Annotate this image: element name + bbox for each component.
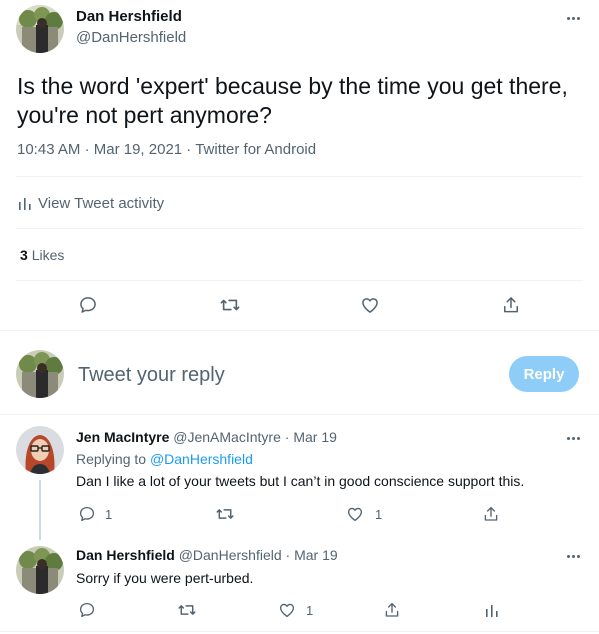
divider xyxy=(16,176,583,177)
analytics-icon[interactable] xyxy=(480,598,504,622)
retweet-icon[interactable] xyxy=(218,293,242,317)
tweet-text: Is the word 'expert' because by the time… xyxy=(17,72,587,130)
view-activity-label: View Tweet activity xyxy=(38,194,165,212)
analytics-icon xyxy=(18,196,32,210)
reply-button[interactable]: Reply xyxy=(509,356,579,392)
reply-icon[interactable] xyxy=(75,502,99,526)
author-name[interactable]: Dan Hershfield xyxy=(76,8,182,25)
share-icon[interactable] xyxy=(499,293,523,317)
separator: · xyxy=(285,547,291,563)
reply-author-name[interactable]: Jen MacIntyre xyxy=(76,429,169,445)
reply-date[interactable]: Mar 19 xyxy=(293,429,337,445)
likes-link[interactable]: 3 Likes xyxy=(20,247,64,263)
view-activity-link[interactable]: View Tweet activity xyxy=(18,193,164,213)
like-count: 1 xyxy=(306,603,314,618)
separator: · xyxy=(284,429,290,445)
like-count: 1 xyxy=(375,507,383,522)
replying-to-handle[interactable]: @DanHershfield xyxy=(150,451,253,467)
more-options-icon[interactable] xyxy=(563,428,583,448)
retweet-icon[interactable] xyxy=(213,502,237,526)
reply-header: Dan Hershfield @DanHershfield · Mar 19 xyxy=(76,547,338,563)
tweet-text-line-2: you're not pert anymore? xyxy=(17,102,272,128)
divider xyxy=(16,280,583,281)
reply-author-handle[interactable]: @DanHershfield xyxy=(179,547,282,563)
like-icon[interactable] xyxy=(275,598,299,622)
like-icon[interactable] xyxy=(343,502,367,526)
user-avatar[interactable] xyxy=(16,350,64,398)
reply-author-handle[interactable]: @JenAMacIntyre xyxy=(173,429,281,445)
reply-author-name[interactable]: Dan Hershfield xyxy=(76,547,175,563)
replying-to-prefix: Replying to xyxy=(76,451,147,467)
share-icon[interactable] xyxy=(479,502,503,526)
tweet-date[interactable]: Mar 19, 2021 xyxy=(94,141,182,158)
divider xyxy=(0,330,599,331)
tweet-text-line-1: Is the word 'expert' because by the time… xyxy=(17,73,568,99)
likes-count: 3 xyxy=(20,247,28,263)
divider xyxy=(0,631,599,632)
more-options-icon[interactable] xyxy=(563,546,583,566)
reply-avatar[interactable] xyxy=(16,426,64,474)
retweet-icon[interactable] xyxy=(175,598,199,622)
reply-input[interactable]: Tweet your reply xyxy=(78,364,488,387)
reply-header: Jen MacIntyre @JenAMacIntyre · Mar 19 xyxy=(76,429,337,445)
reply-text: Dan I like a lot of your tweets but I ca… xyxy=(76,473,525,489)
replying-to: Replying to @DanHershfield xyxy=(76,451,253,467)
reply-icon[interactable] xyxy=(75,598,99,622)
thread-line xyxy=(39,480,41,540)
reply-text: Sorry if you were pert-urbed. xyxy=(76,570,254,586)
more-options-icon[interactable] xyxy=(563,8,583,28)
separator: · xyxy=(186,141,192,158)
tweet-meta: 10:43 AM · Mar 19, 2021 · Twitter for An… xyxy=(17,141,316,158)
separator: · xyxy=(84,141,90,158)
reply-avatar[interactable] xyxy=(16,546,64,594)
reply-icon[interactable] xyxy=(76,293,100,317)
divider xyxy=(16,228,583,229)
reply-count: 1 xyxy=(105,507,113,522)
share-icon[interactable] xyxy=(380,598,404,622)
like-icon[interactable] xyxy=(358,293,382,317)
author-handle[interactable]: @DanHershfield xyxy=(76,29,186,46)
reply-date[interactable]: Mar 19 xyxy=(294,547,338,563)
tweet-time[interactable]: 10:43 AM xyxy=(17,141,80,158)
divider xyxy=(0,414,599,415)
likes-label: Likes xyxy=(31,247,65,263)
tweet-source[interactable]: Twitter for Android xyxy=(195,141,316,158)
author-avatar[interactable] xyxy=(16,5,64,53)
